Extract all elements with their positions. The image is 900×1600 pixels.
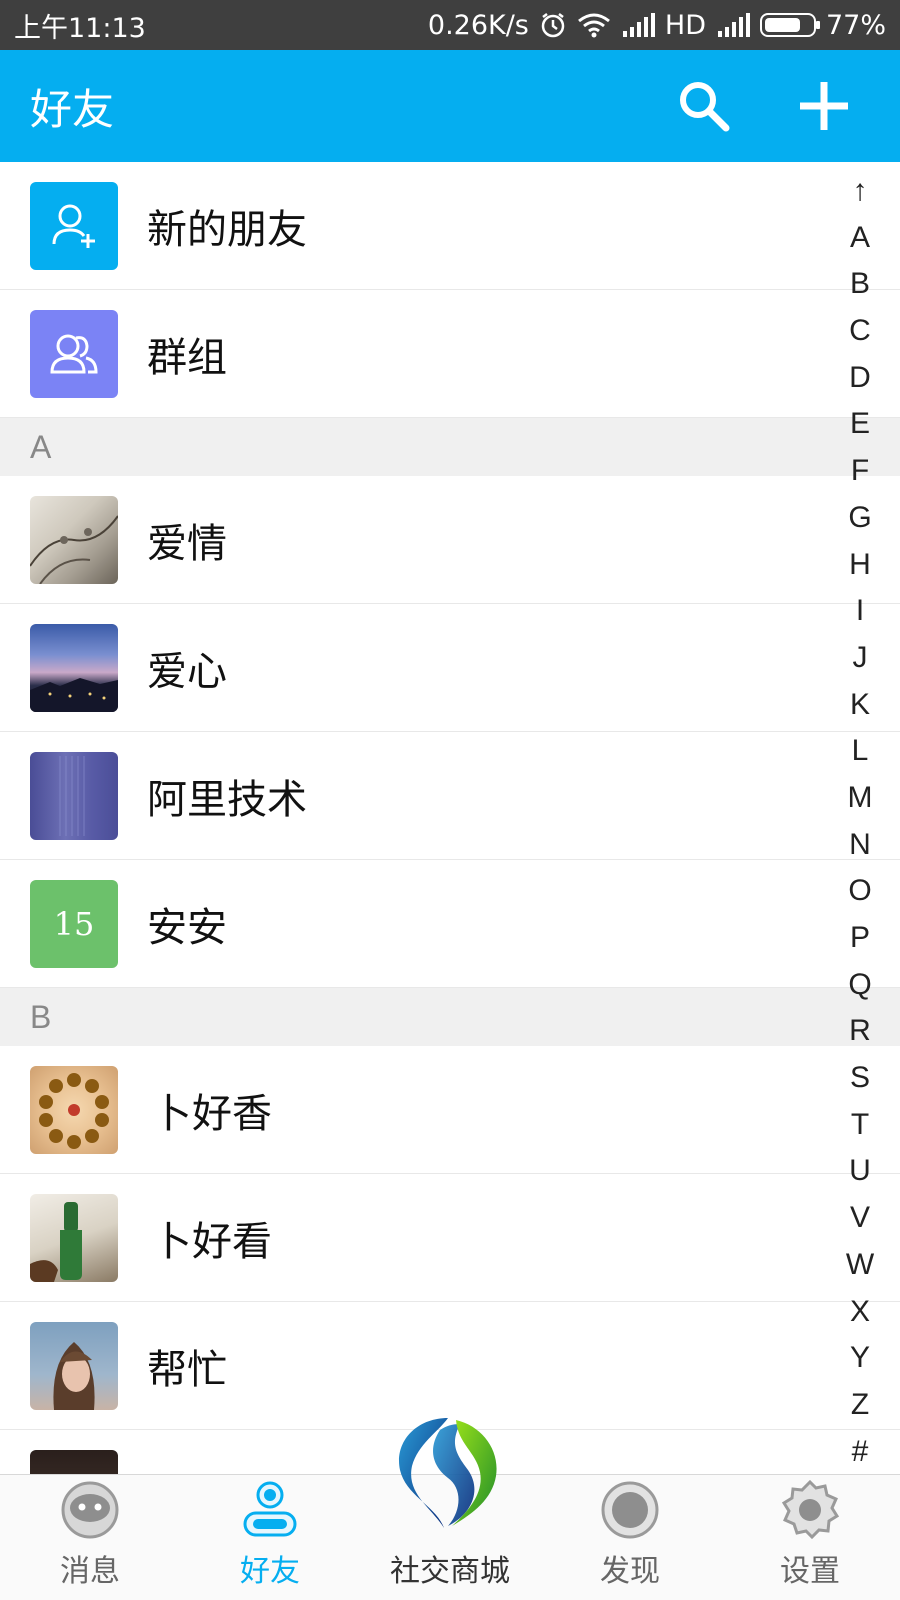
nav-label: 发现 [600,1554,660,1589]
wifi-icon [577,12,611,38]
network-type: HD [664,9,706,41]
index-letter[interactable]: ↑ [853,168,868,215]
index-letter[interactable]: # [852,1429,869,1476]
index-letter[interactable]: U [849,1148,871,1195]
section-header-b: B [0,988,900,1046]
index-letter[interactable]: Q [848,962,871,1009]
index-letter[interactable]: E [850,401,870,448]
groups-label: 群组 [147,334,227,381]
contact-row[interactable]: 爱情 [0,476,900,604]
contact-row[interactable]: 阿里技术 [0,732,900,860]
index-letter[interactable]: J [853,635,868,682]
add-user-icon [30,182,118,270]
nav-settings[interactable]: 设置 [720,1475,900,1600]
nav-label: 社交商城 [390,1554,510,1589]
new-friends-item[interactable]: 新的朋友 [0,162,900,290]
index-letter[interactable]: S [850,1055,870,1102]
index-letter[interactable]: D [849,355,871,402]
status-indicators: 0.26K/s HD 77% [428,10,886,41]
contact-name: 安安 [147,904,227,951]
nav-discover[interactable]: 发现 [540,1475,720,1600]
battery-percent: 77% [825,9,886,41]
index-letter[interactable]: V [850,1195,870,1242]
app-bar: 好友 [0,50,900,162]
index-letter[interactable]: M [848,775,873,822]
net-speed: 0.26K/s [427,9,529,41]
alarm-icon [539,11,567,39]
index-letter[interactable]: L [852,728,869,775]
nav-label: 好友 [240,1554,300,1589]
index-letter[interactable]: K [850,682,870,729]
index-letter[interactable]: F [851,448,869,495]
index-letter[interactable]: Z [851,1382,869,1429]
status-bar: 上午11:13 0.26K/s HD 77% [0,0,900,50]
contact-row[interactable]: 卜好看 [0,1174,900,1302]
battery-icon [759,13,820,37]
signal-icon [621,13,655,37]
avatar [30,624,118,712]
add-icon [800,82,848,130]
nav-label: 设置 [780,1554,840,1589]
contact-name: 卜好看 [152,1218,272,1265]
contact-name: 爱心 [147,648,227,695]
nav-label: 消息 [60,1554,120,1589]
index-letter[interactable]: G [848,495,871,542]
avatar [30,1322,118,1410]
index-letter[interactable]: H [849,542,871,589]
index-letter[interactable]: R [849,1008,871,1055]
avatar [30,1066,118,1154]
index-letter[interactable]: X [850,1289,870,1336]
alphabet-index-bar[interactable]: ↑ A B C D E F G H I J K L M N O P Q R S T U V W X Y Z # [838,168,882,1475]
contact-row[interactable]: 爱心 [0,604,900,732]
contact-name: 爱情 [147,520,227,567]
settings-icon [778,1478,842,1542]
mall-logo-icon[interactable] [386,1410,510,1534]
index-letter[interactable]: I [856,588,864,635]
contact-list[interactable]: 新的朋友 群组 A 爱情 爱心 阿里技术 15 安安 B 卜好香 卜好看 帮忙 [0,162,900,1474]
contact-row[interactable]: 15 安安 [0,860,900,988]
section-header-a: A [0,418,900,476]
header-actions [668,70,860,142]
index-letter[interactable]: C [849,308,871,355]
group-icon [30,310,118,398]
page-title: 好友 [30,84,115,134]
contact-name: 卜好香 [152,1090,272,1137]
index-letter[interactable]: O [848,868,871,915]
contact-row[interactable]: 卜好香 [0,1046,900,1174]
index-letter[interactable]: W [846,1242,874,1289]
avatar [30,752,118,840]
index-letter[interactable]: P [850,915,870,962]
avatar [30,1450,118,1474]
avatar [30,1194,118,1282]
index-letter[interactable]: A [850,215,870,262]
groups-item[interactable]: 群组 [0,290,900,418]
avatar-text: 15 [53,905,95,943]
avatar [30,496,118,584]
contact-name: 阿里技术 [147,776,307,823]
search-button[interactable] [668,70,740,142]
nav-friends[interactable]: 好友 [180,1475,360,1600]
index-letter[interactable]: N [849,822,871,869]
discover-icon [598,1478,662,1542]
contact-name: 帮忙 [147,1346,227,1393]
nav-messages[interactable]: 消息 [0,1475,180,1600]
index-letter[interactable]: B [850,261,870,308]
message-icon [58,1478,122,1542]
new-friends-label: 新的朋友 [147,206,307,253]
friends-icon [238,1478,302,1542]
search-icon [680,82,730,132]
index-letter[interactable]: Y [850,1335,870,1382]
status-time: 上午11:13 [14,12,146,44]
avatar: 15 [30,880,118,968]
signal-icon [716,13,750,37]
add-button[interactable] [788,70,860,142]
index-letter[interactable]: T [851,1102,869,1149]
